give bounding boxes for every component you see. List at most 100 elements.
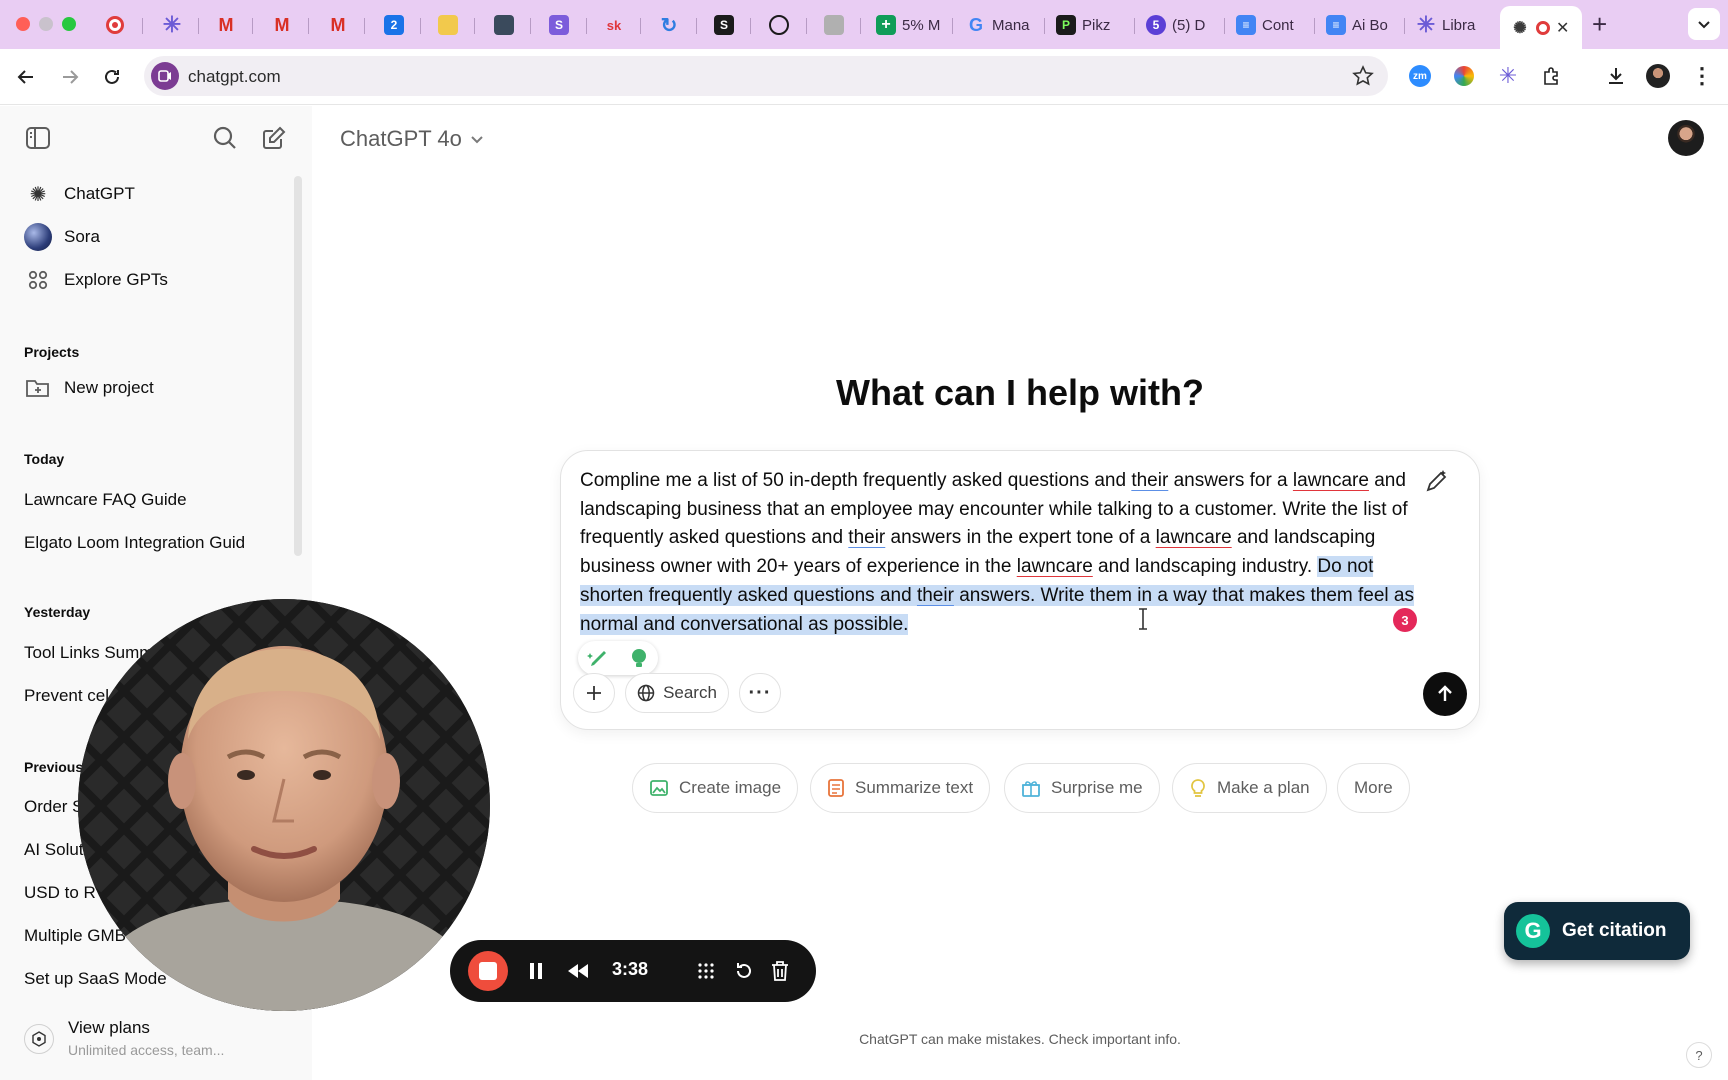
tab-divider — [474, 18, 475, 34]
browser-tab[interactable]: ≡ Ai Bo — [1326, 9, 1392, 41]
chat-history-item[interactable]: Lawncare FAQ Guide — [24, 490, 252, 510]
spelling-flagged-word[interactable]: lawncare — [1156, 527, 1232, 548]
browser-tab[interactable]: sk — [604, 9, 624, 41]
chip-label: Make a plan — [1217, 778, 1310, 797]
view-plans-button[interactable]: View plans Unlimited access, team... — [24, 1018, 224, 1058]
browser-tab[interactable]: P Pikz — [1056, 9, 1122, 41]
address-bar[interactable]: chatgpt.com — [144, 56, 1388, 96]
chat-history-item[interactable]: Elgato Loom Integration Guid — [24, 533, 252, 553]
profile-avatar-icon[interactable] — [1646, 64, 1670, 88]
bookmark-star-icon[interactable] — [1352, 65, 1374, 87]
sk-icon: sk — [606, 17, 622, 33]
browser-tab[interactable]: 5 (5) D — [1146, 9, 1212, 41]
forward-arrow-icon — [63, 70, 79, 84]
search-chats-icon[interactable] — [211, 124, 239, 152]
more-tools-button[interactable]: ··· — [739, 673, 781, 713]
get-citation-button[interactable]: G Get citation — [1504, 902, 1690, 960]
new-tab-button[interactable]: + — [1592, 10, 1607, 38]
tab-divider — [1134, 18, 1135, 34]
more-menu-icon[interactable]: ⋮ — [1690, 64, 1714, 88]
browser-tab[interactable] — [438, 9, 458, 41]
arrow-up-icon — [1438, 685, 1452, 701]
sidebar-item-sora[interactable]: Sora — [24, 219, 100, 255]
magic-pen-icon[interactable] — [587, 647, 611, 669]
tab-divider — [142, 18, 143, 34]
gift-icon — [1022, 781, 1040, 797]
browser-tab[interactable]: +5% M — [876, 9, 940, 41]
prompt-text: Compline me a list of 50 in-depth freque… — [580, 470, 1132, 491]
browser-tab[interactable]: ✳ Libra — [1416, 9, 1482, 41]
gmail-icon: M — [274, 14, 290, 35]
user-avatar[interactable] — [1668, 120, 1704, 156]
sidebar-toggle-icon[interactable] — [24, 124, 52, 152]
new-chat-icon[interactable] — [260, 124, 288, 152]
notification-icon: 5 — [1146, 15, 1166, 35]
browser-tab[interactable]: ≡ Cont — [1236, 9, 1302, 41]
suggestion-surprise-me[interactable]: Surprise me — [1004, 763, 1160, 813]
sidebar-item-chatgpt[interactable]: ✺ ChatGPT — [24, 176, 135, 212]
reload-button[interactable] — [98, 63, 126, 91]
browser-tab[interactable]: M — [272, 9, 292, 41]
group-heading-previous: Previous — [24, 759, 84, 775]
restart-recording-button[interactable] — [724, 951, 764, 991]
window-minimize-button[interactable] — [39, 17, 53, 31]
stop-recording-button[interactable] — [468, 951, 508, 991]
new-project-button[interactable]: New project — [24, 370, 154, 406]
browser-tab[interactable]: S — [714, 9, 734, 41]
send-button[interactable] — [1423, 672, 1467, 716]
prompt-composer[interactable]: Compline me a list of 50 in-depth freque… — [560, 450, 1480, 730]
browser-tab[interactable]: 2 — [384, 9, 404, 41]
zoom-extension-icon[interactable]: zm — [1408, 64, 1432, 88]
browser-tab[interactable] — [824, 9, 844, 41]
search-button[interactable]: Search — [625, 673, 729, 713]
lightbulb-icon[interactable] — [629, 647, 649, 669]
sidebar-item-label: Explore GPTs — [64, 270, 168, 289]
browser-tab[interactable]: M — [216, 9, 236, 41]
suggestion-make-a-plan[interactable]: Make a plan — [1172, 763, 1327, 813]
browser-tab[interactable] — [106, 9, 124, 41]
browser-tab[interactable] — [494, 9, 514, 41]
browser-tab[interactable]: M — [328, 9, 348, 41]
grammar-flagged-word[interactable]: their — [848, 527, 885, 548]
sidebar-scrollbar[interactable] — [294, 176, 302, 556]
webcam-bubble[interactable] — [78, 599, 490, 1011]
site-info-icon[interactable] — [151, 62, 179, 90]
rewind-button[interactable] — [558, 951, 598, 991]
download-icon[interactable] — [1604, 64, 1628, 88]
suggestion-more[interactable]: More — [1337, 763, 1410, 813]
spelling-flagged-word[interactable]: lawncare — [1293, 470, 1369, 491]
spelling-flagged-word[interactable]: lawncare — [1017, 556, 1093, 577]
asterisk-extension-icon[interactable]: ✳ — [1496, 63, 1520, 88]
back-button[interactable] — [12, 63, 40, 91]
calendar-icon: 2 — [384, 15, 404, 35]
browser-tab[interactable]: ✳ — [162, 9, 182, 41]
browser-tab[interactable]: G Mana — [966, 9, 1032, 41]
edit-pen-icon[interactable] — [1423, 467, 1451, 495]
suggestion-create-image[interactable]: Create image — [632, 763, 799, 813]
browser-tab[interactable] — [769, 9, 789, 41]
suggestion-summarize-text[interactable]: Summarize text — [810, 763, 991, 813]
forward-button[interactable] — [56, 63, 84, 91]
close-tab-icon[interactable]: ✕ — [1556, 18, 1569, 38]
grammar-flagged-word[interactable]: their — [1131, 470, 1168, 491]
delete-recording-button[interactable] — [760, 951, 800, 991]
browser-tab-active[interactable]: ✺ ✕ — [1500, 6, 1582, 49]
tab-search-button[interactable] — [1688, 8, 1720, 40]
writing-assist-toolbar — [578, 641, 658, 675]
extensions-puzzle-icon[interactable] — [1540, 64, 1564, 88]
sidebar-item-explore-gpts[interactable]: Explore GPTs — [24, 262, 168, 298]
grammarly-issue-badge[interactable]: 3 — [1393, 608, 1417, 632]
model-selector[interactable]: ChatGPT 4o — [340, 126, 484, 152]
attach-button[interactable] — [573, 673, 615, 713]
help-button[interactable]: ? — [1686, 1042, 1712, 1068]
drawing-tools-button[interactable] — [686, 951, 726, 991]
browser-tab[interactable]: ↻ — [659, 9, 679, 41]
reload-icon — [105, 69, 119, 84]
prompt-input[interactable]: Compline me a list of 50 in-depth freque… — [580, 467, 1430, 639]
browser-tab[interactable]: S — [549, 9, 569, 41]
restart-icon — [737, 963, 751, 978]
window-close-button[interactable] — [16, 17, 30, 31]
window-zoom-button[interactable] — [62, 17, 76, 31]
color-extension-icon[interactable] — [1452, 64, 1476, 88]
pause-recording-button[interactable] — [516, 951, 556, 991]
